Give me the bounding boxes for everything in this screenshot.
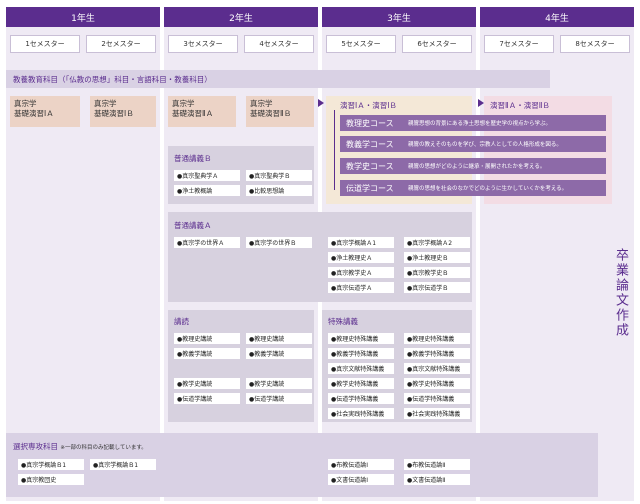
list-item: ●教理史特殊講義 <box>328 333 394 344</box>
list-item: ●真宗文献特殊講義 <box>328 363 394 374</box>
course-bracket <box>334 110 339 190</box>
list-item: ●教義学特殊講義 <box>328 348 394 359</box>
basic-seminar-2a-line2: 基礎演習ⅡＡ <box>172 109 214 118</box>
list-item: ●社会実践特殊講義 <box>328 408 394 419</box>
list-item: ●浄土教理史Ｂ <box>404 252 470 263</box>
list-item: ●真宗学概論Ａ2 <box>404 237 470 248</box>
special-title: 特殊講義 <box>328 317 358 326</box>
list-item: ●教義学講読 <box>246 348 312 359</box>
basic-seminar-1a-line2: 基礎演習ⅠＡ <box>14 109 54 118</box>
list-item: ●浄土教理史Ａ <box>328 252 394 263</box>
list-item: ●真宗聖典学Ｂ <box>246 170 312 181</box>
elective-title-text: 選択専攻科目 <box>13 442 58 451</box>
basic-seminar-2b-line1: 真宗学 <box>250 99 273 108</box>
semester-4: 4セメスター <box>244 35 314 53</box>
lectures-box <box>168 310 314 422</box>
semester-7: 7セメスター <box>484 35 554 53</box>
basic-seminar-1a-line1: 真宗学 <box>14 99 37 108</box>
course-kyogigaku: 教義学コース 親鸞の教えそのものを学び、宗教人としての人格形成を図る。 <box>340 136 606 152</box>
basic-seminar-2a-line1: 真宗学 <box>172 99 195 108</box>
basic-seminar-1b-line1: 真宗学 <box>94 99 117 108</box>
course-desc: 親鸞の思想がどのように継承・展開されたかを考える。 <box>408 164 546 170</box>
list-item: ●布教伝道論Ⅱ <box>404 459 470 470</box>
list-item: ●伝道学特殊講義 <box>328 393 394 404</box>
basic-seminar-2b-line2: 基礎演習ⅡＢ <box>250 109 292 118</box>
list-item: ●真宗教学史Ｂ <box>404 267 470 278</box>
list-item: ●伝道学講読 <box>246 393 312 404</box>
course-dendogaku: 伝道学コース 親鸞の思想を社会のなかでどのように生かしていくかを考える。 <box>340 180 606 196</box>
arrow-to-seminar2 <box>478 99 484 107</box>
basic-seminar-1b: 真宗学 基礎演習ⅠＢ <box>90 96 156 127</box>
list-item: ●真宗教団史 <box>18 474 84 485</box>
course-desc: 親鸞の教えそのものを学び、宗教人としての人格形成を図る。 <box>408 142 562 148</box>
basic-seminar-2b: 真宗学 基礎演習ⅡＢ <box>246 96 314 127</box>
liberal-arts-label: 教養教育科目（「仏教の思想」科目・言語科目・教養科目） <box>13 75 212 84</box>
semester-3: 3セメスター <box>168 35 238 53</box>
lectures-title: 講読 <box>174 317 189 326</box>
course-name: 教理史コース <box>346 118 394 128</box>
list-item: ●布教伝道論Ⅰ <box>328 459 394 470</box>
list-item: ●真宗聖典学Ａ <box>174 170 240 181</box>
course-kyorishi: 教理史コース 親鸞思想の背景にある浄土思想を歴史学の視点から学ぶ。 <box>340 115 606 131</box>
semester-8: 8セメスター <box>560 35 630 53</box>
list-item: ●真宗文献特殊講義 <box>404 363 470 374</box>
list-item: ●真宗伝道学Ａ <box>328 282 394 293</box>
list-item: ●比較思想論 <box>246 185 312 196</box>
course-name: 伝道学コース <box>346 183 394 193</box>
semester-5: 5セメスター <box>326 35 396 53</box>
seminar1-label: 演習ⅠＡ・演習ⅠＢ <box>340 101 397 110</box>
list-item: ●真宗学概論Ｂ1 <box>90 459 156 470</box>
list-item: ●浄土教概論 <box>174 185 240 196</box>
basic-seminar-1a: 真宗学 基礎演習ⅠＡ <box>10 96 80 127</box>
list-item: ●文書伝道論Ⅰ <box>328 474 394 485</box>
list-item: ●伝道学講読 <box>174 393 240 404</box>
list-item: ●真宗学の世界Ａ <box>174 237 240 248</box>
year-header-3: 3年生 <box>322 7 476 27</box>
list-item: ●教義学特殊講義 <box>404 348 470 359</box>
list-item: ●真宗学概論Ａ1 <box>328 237 394 248</box>
list-item: ●真宗伝道学Ｂ <box>404 282 470 293</box>
course-kyogakushi: 教学史コース 親鸞の思想がどのように継承・展開されたかを考える。 <box>340 158 606 174</box>
list-item: ●教義学講読 <box>174 348 240 359</box>
list-item: ●真宗教学史Ａ <box>328 267 394 278</box>
list-item: ●伝道学特殊講義 <box>404 393 470 404</box>
course-desc: 親鸞の思想を社会のなかでどのように生かしていくかを考える。 <box>408 186 568 192</box>
list-item: ●教学史特殊講義 <box>404 378 470 389</box>
general-a-title: 普通講義Ａ <box>174 221 212 230</box>
basic-seminar-1b-line2: 基礎演習ⅠＢ <box>94 109 134 118</box>
list-item: ●教学史特殊講義 <box>328 378 394 389</box>
list-item: ●真宗学の世界Ｂ <box>246 237 312 248</box>
arrow-to-seminar1 <box>318 99 324 107</box>
thesis-label: 卒業論文作成 <box>613 248 628 338</box>
semester-6: 6セメスター <box>402 35 472 53</box>
basic-seminar-2a: 真宗学 基礎演習ⅡＡ <box>168 96 236 127</box>
year-header-4: 4年生 <box>480 7 634 27</box>
course-name: 教義学コース <box>346 139 394 149</box>
course-name: 教学史コース <box>346 161 394 171</box>
general-b-title: 普通講義Ｂ <box>174 154 212 163</box>
list-item: ●教理史講読 <box>246 333 312 344</box>
year-header-2: 2年生 <box>164 7 318 27</box>
year-header-1: 1年生 <box>6 7 160 27</box>
semester-1: 1セメスター <box>10 35 80 53</box>
list-item: ●真宗学概論Ｂ1 <box>18 459 84 470</box>
course-desc: 親鸞思想の背景にある浄土思想を歴史学の視点から学ぶ。 <box>408 121 552 127</box>
semester-2: 2セメスター <box>86 35 156 53</box>
list-item: ●教理史講読 <box>174 333 240 344</box>
list-item: ●教理史特殊講義 <box>404 333 470 344</box>
elective-note: ※一部の科目のみ記載しています。 <box>60 445 147 451</box>
list-item: ●社会実践特殊講義 <box>404 408 470 419</box>
list-item: ●文書伝道論Ⅱ <box>404 474 470 485</box>
elective-title: 選択専攻科目 ※一部の科目のみ記載しています。 <box>13 441 147 452</box>
list-item: ●教学史講読 <box>246 378 312 389</box>
seminar2-label: 演習ⅡＡ・演習ⅡＢ <box>490 101 550 110</box>
list-item: ●教学史講読 <box>174 378 240 389</box>
